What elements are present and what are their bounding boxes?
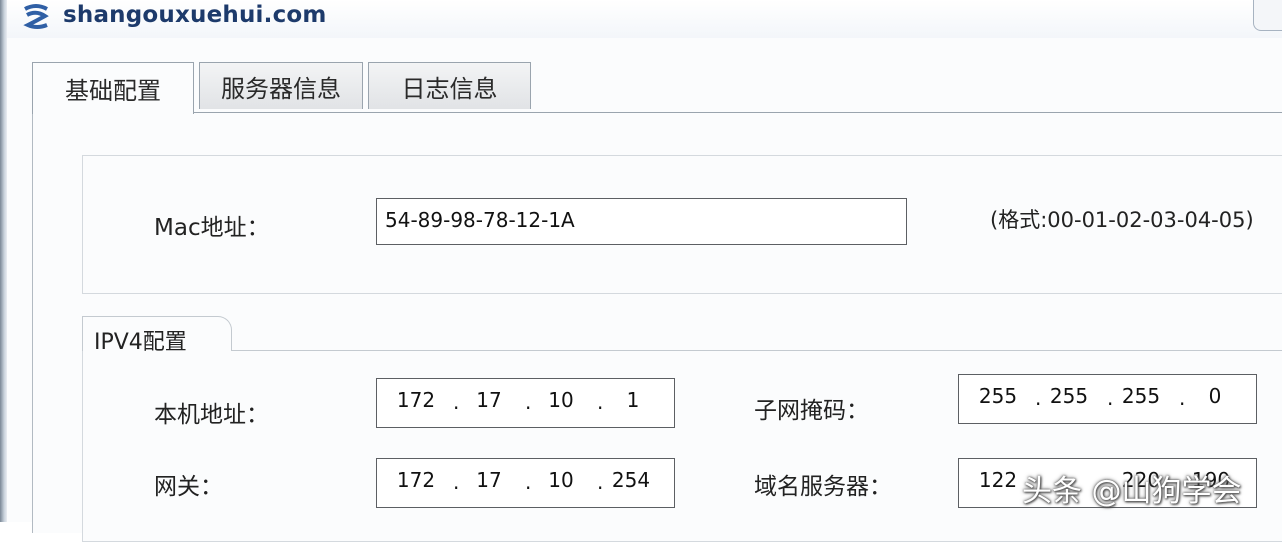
ip-separator: . (1107, 386, 1114, 410)
gateway-octet-3[interactable]: 10 (537, 468, 585, 492)
gateway-ip-input[interactable]: 172 . 17 . 10 . 254 (376, 458, 675, 508)
local-address-ip-input[interactable]: 172 . 17 . 10 . 1 (376, 378, 675, 428)
watermark-text: 头条 @山狗学会 (1022, 474, 1242, 509)
app-icon (23, 4, 49, 29)
subnet-mask-octet-3[interactable]: 255 (1115, 384, 1167, 408)
subnet-mask-octet-4[interactable]: 0 (1193, 384, 1237, 408)
window-control-button[interactable] (1253, 0, 1282, 31)
tab-server-info[interactable]: 服务器信息 (199, 62, 363, 109)
ip-separator: . (597, 390, 604, 414)
ip-separator: . (597, 470, 604, 494)
gateway-octet-2[interactable]: 17 (465, 468, 513, 492)
ip-separator: . (525, 390, 532, 414)
title-bar: shangouxuehui.com (7, 0, 1282, 38)
local-address-octet-3[interactable]: 10 (537, 388, 585, 412)
ip-separator: . (1179, 386, 1186, 410)
subnet-mask-octet-1[interactable]: 255 (973, 384, 1023, 408)
ip-separator: . (1035, 386, 1042, 410)
dns-server-octet-1[interactable]: 122 (973, 468, 1023, 492)
ip-separator: . (525, 470, 532, 494)
subnet-mask-label: 子网掩码： (754, 398, 869, 424)
window-title: shangouxuehui.com (63, 2, 327, 28)
dns-server-label: 域名服务器： (754, 474, 892, 500)
local-address-octet-1[interactable]: 172 (391, 388, 441, 412)
subnet-mask-octet-2[interactable]: 255 (1043, 384, 1095, 408)
subnet-mask-ip-input[interactable]: 255 . 255 . 255 . 0 (958, 374, 1257, 424)
gateway-octet-4[interactable]: 254 (605, 468, 657, 492)
gateway-octet-1[interactable]: 172 (391, 468, 441, 492)
local-address-octet-2[interactable]: 17 (465, 388, 513, 412)
window-left-border (0, 0, 7, 522)
ip-separator: . (453, 390, 460, 414)
ip-separator: . (453, 470, 460, 494)
mac-address-label: Mac地址： (154, 215, 270, 241)
tab-log-info[interactable]: 日志信息 (368, 62, 531, 109)
mac-address-value: 54-89-98-78-12-1A (385, 208, 575, 232)
mac-format-hint: (格式:00-01-02-03-04-05) (990, 208, 1254, 232)
local-address-octet-4[interactable]: 1 (611, 388, 655, 412)
gateway-label: 网关： (154, 474, 223, 500)
tab-basic-config[interactable]: 基础配置 (32, 62, 194, 114)
local-address-label: 本机地址： (154, 402, 269, 428)
ipv4-group-title: IPV4配置 (94, 330, 187, 355)
mac-address-input[interactable]: 54-89-98-78-12-1A (376, 198, 907, 245)
